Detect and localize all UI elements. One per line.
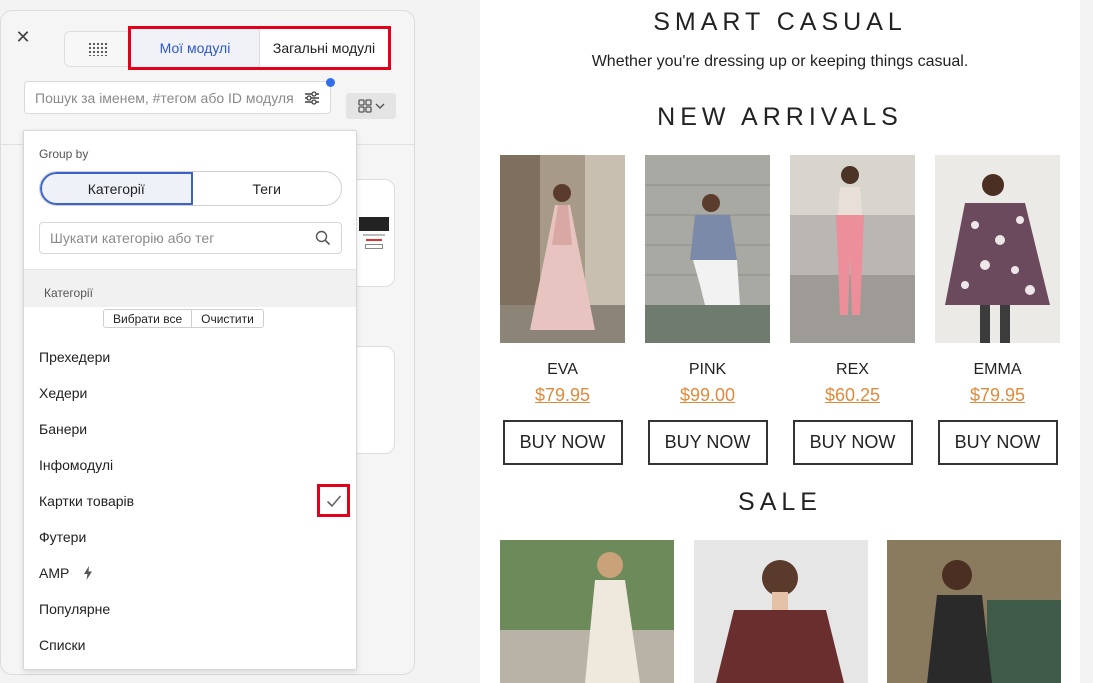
subtitle: Whether you're dressing up or keeping th… — [591, 53, 969, 70]
category-item-headers[interactable]: Хедери — [24, 374, 356, 410]
category-item-infomodules[interactable]: Інфомодулі — [24, 446, 356, 482]
category-search-input[interactable] — [40, 223, 305, 253]
email-preview: SMART CASUAL Whether you're dressing up … — [480, 0, 1080, 683]
group-by-label: Group by — [39, 147, 89, 161]
category-item-banners[interactable]: Банери — [24, 410, 356, 446]
product-name: REX — [836, 361, 869, 378]
search-icon[interactable] — [315, 230, 331, 246]
product-card: PINK $99.00 BUY NOW — [645, 155, 770, 465]
category-item-preheaders[interactable]: Прехедери — [24, 338, 356, 374]
clear-button[interactable]: Очистити — [191, 310, 263, 327]
heading-new-arrivals: NEW ARRIVALS — [657, 103, 903, 131]
product-photo[interactable] — [500, 155, 625, 343]
segment-tags[interactable]: Теги — [193, 172, 342, 205]
filter-settings-icon[interactable] — [304, 90, 320, 106]
view-mode-button[interactable] — [346, 93, 396, 119]
buy-now-button[interactable]: BUY NOW — [792, 420, 913, 465]
tiles-icon — [357, 99, 372, 113]
sale-product-photo[interactable] — [694, 540, 868, 683]
tab-my-modules[interactable]: Мої модулі — [131, 29, 260, 67]
product-photo[interactable] — [790, 155, 915, 343]
category-item-product-cards[interactable]: Картки товарів — [24, 482, 356, 518]
sale-product-photo[interactable] — [500, 540, 674, 683]
heading-sale: SALE — [738, 488, 822, 516]
select-all-button[interactable]: Вибрати все — [104, 310, 191, 327]
product-card: REX $60.25 BUY NOW — [790, 155, 915, 465]
category-item-lists[interactable]: Списки — [24, 626, 356, 662]
product-name: PINK — [688, 361, 727, 378]
category-list: Прехедери Хедери Банери Інфомодулі Картк… — [24, 338, 356, 662]
product-price[interactable]: $79.95 — [935, 385, 1060, 406]
module-thumbnail — [357, 217, 391, 271]
module-search — [24, 78, 335, 114]
product-name: EMMA — [973, 361, 1022, 378]
module-search-input[interactable] — [25, 82, 295, 113]
category-item-popular[interactable]: Популярне — [24, 590, 356, 626]
active-filter-badge — [326, 78, 335, 87]
sale-product-photo[interactable] — [887, 540, 1061, 683]
module-tabs: Мої модулі Загальні модулі — [128, 26, 391, 70]
segment-categories[interactable]: Категорії — [40, 172, 193, 205]
close-icon[interactable]: ✕ — [14, 28, 32, 46]
group-by-switch: Категорії Теги — [39, 171, 342, 206]
lightning-icon — [83, 566, 92, 580]
buy-now-button[interactable]: BUY NOW — [502, 420, 623, 465]
checkmark-icon — [326, 494, 341, 507]
product-price[interactable]: $60.25 — [790, 385, 915, 406]
buy-now-button[interactable]: BUY NOW — [937, 420, 1058, 465]
product-name: EVA — [547, 361, 578, 378]
selected-highlight — [317, 484, 350, 517]
group-by-dropdown: Group by Категорії Теги Категорії Вибрат… — [23, 130, 357, 670]
heading-smart-casual: SMART CASUAL — [653, 8, 907, 36]
chevron-down-icon — [375, 103, 384, 109]
dots-grid-icon — [87, 42, 108, 56]
product-price[interactable]: $99.00 — [645, 385, 770, 406]
category-search — [39, 222, 342, 254]
buy-now-button[interactable]: BUY NOW — [647, 420, 768, 465]
category-item-amp[interactable]: AMP — [24, 554, 356, 590]
product-card: EVA $79.95 BUY NOW — [500, 155, 625, 465]
product-photo[interactable] — [935, 155, 1060, 343]
tab-shared-modules[interactable]: Загальні модулі — [260, 29, 388, 67]
product-photo[interactable] — [645, 155, 770, 343]
selection-actions: Вибрати все Очистити — [103, 309, 264, 328]
scroll-gutter — [1080, 0, 1093, 683]
categories-section-title: Категорії — [24, 269, 356, 307]
grid-view-toggle[interactable] — [64, 31, 130, 67]
category-item-footers[interactable]: Футери — [24, 518, 356, 554]
product-card: EMMA $79.95 BUY NOW — [935, 155, 1060, 465]
product-price[interactable]: $79.95 — [500, 385, 625, 406]
